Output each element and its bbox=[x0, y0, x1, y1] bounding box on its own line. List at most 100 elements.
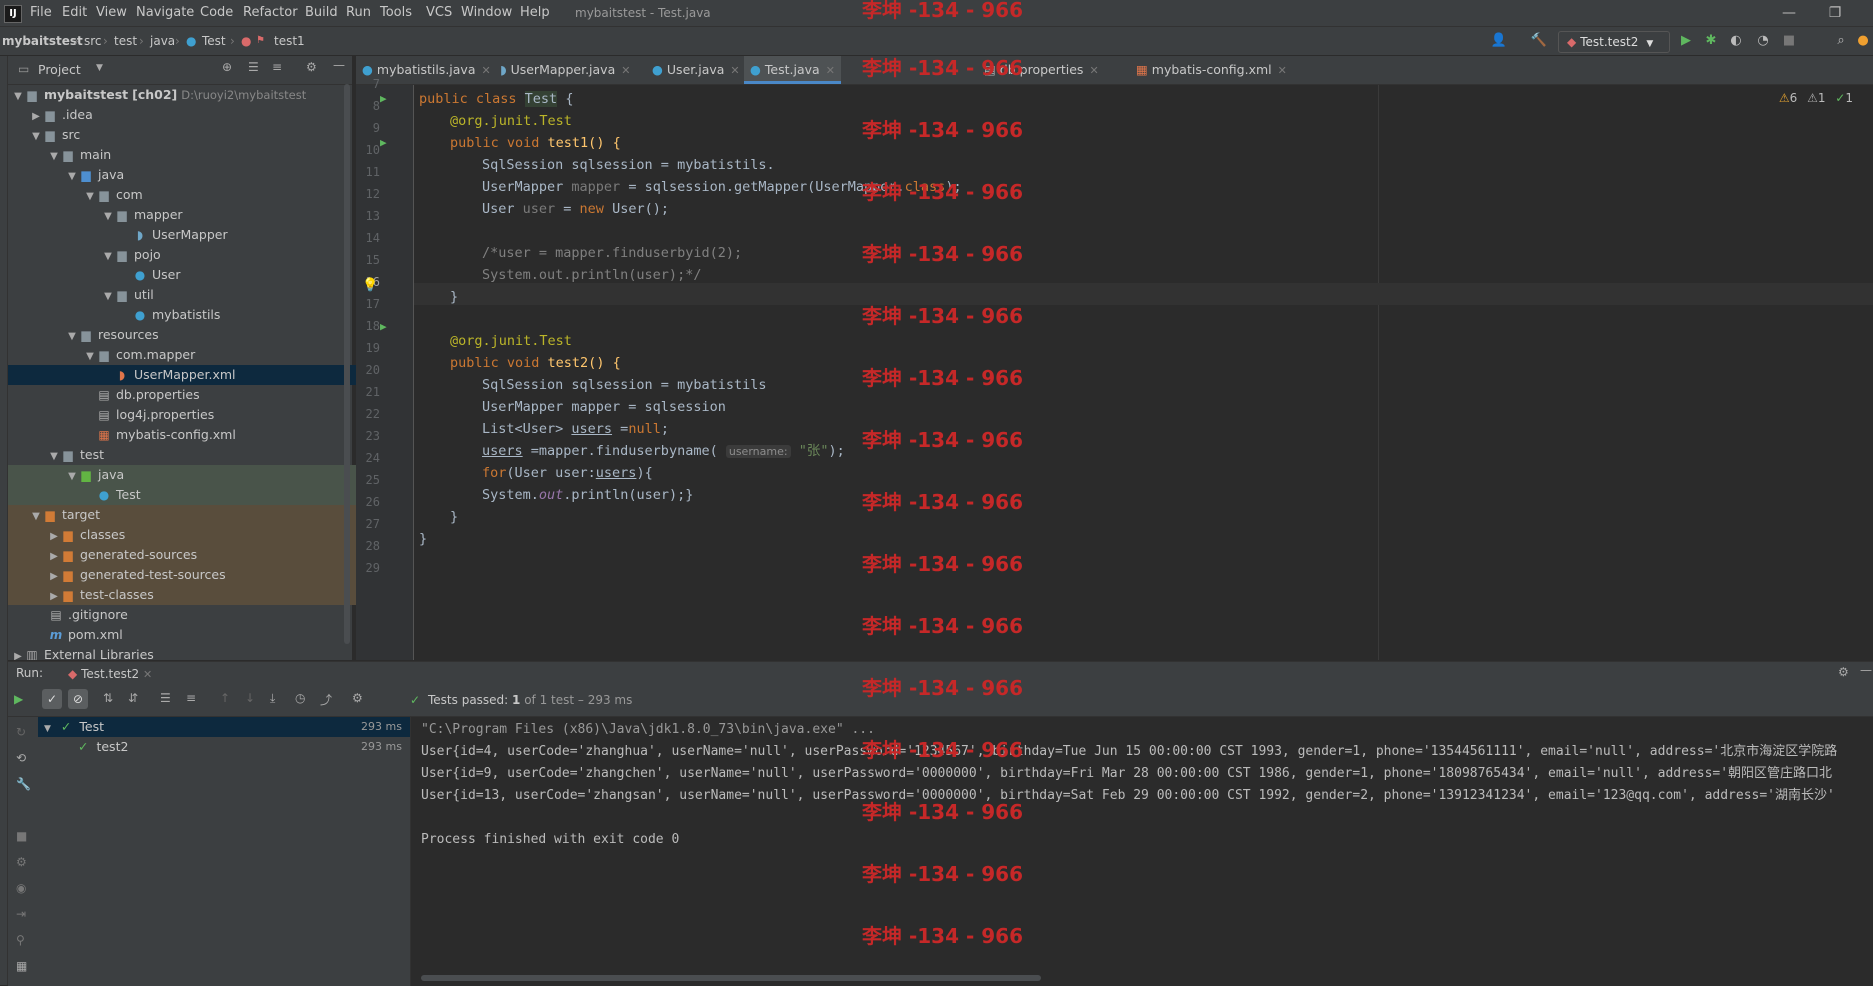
code-editor[interactable]: ⚠6 ⚠1 ✓1 7 8 9 10 11 12 13 14 15 16 17 1… bbox=[356, 77, 1873, 660]
tree-item-external-libraries[interactable]: ▶ ▥ External Libraries bbox=[8, 645, 356, 660]
maximize-button[interactable]: ❐ bbox=[1812, 0, 1858, 26]
toggle-auto-test-icon[interactable]: ⟲ bbox=[16, 751, 26, 765]
console-output[interactable]: "C:\Program Files (x86)\Java\jdk1.8.0_73… bbox=[411, 717, 1873, 986]
update-icon[interactable]: ● bbox=[1854, 32, 1872, 50]
close-icon[interactable]: ✕ bbox=[621, 64, 630, 77]
tree-item-target[interactable]: ▼ ▆ target bbox=[8, 505, 374, 525]
run-tab[interactable]: ◆ Test.test2 ✕ bbox=[62, 662, 159, 688]
project-scrollbar[interactable] bbox=[344, 84, 350, 644]
gear-icon[interactable]: ⚙ bbox=[306, 60, 317, 74]
tab-usermapper[interactable]: ◗ UserMapper.java ✕ bbox=[500, 56, 630, 84]
menu-run[interactable]: Run bbox=[346, 0, 371, 26]
project-panel-title[interactable]: Project bbox=[38, 62, 81, 77]
console-scrollbar[interactable] bbox=[421, 975, 1041, 981]
tab-mybatistils[interactable]: ● mybatistils.java ✕ bbox=[362, 56, 491, 84]
pin-icon[interactable]: ⚲ bbox=[16, 933, 25, 947]
menu-view[interactable]: View bbox=[96, 0, 127, 26]
locate-icon[interactable]: ⊕ bbox=[222, 60, 232, 74]
collapse-all-icon[interactable]: ≡ bbox=[272, 60, 282, 74]
wrench-icon[interactable]: 🔧 bbox=[16, 777, 31, 791]
camera-icon[interactable]: ◉ bbox=[16, 881, 26, 895]
tree-item-idea[interactable]: ▶ ▆ .idea bbox=[8, 105, 374, 125]
tree-item-generated-test-sources[interactable]: ▶ ▆ generated-test-sources bbox=[8, 565, 392, 585]
hide-icon[interactable]: — bbox=[333, 58, 345, 72]
tab-db-properties[interactable]: ▤ db.properties ✕ bbox=[984, 56, 1099, 84]
build-icon[interactable]: 🔨 bbox=[1530, 32, 1548, 50]
sort-alpha-icon[interactable]: ⇅ bbox=[103, 691, 113, 705]
menu-window[interactable]: Window bbox=[461, 0, 512, 26]
rerun-failed-icon[interactable]: ↻ bbox=[16, 725, 26, 739]
debug-icon[interactable]: ✱ bbox=[1702, 32, 1720, 50]
gear-icon[interactable]: ⚙ bbox=[352, 691, 363, 705]
inspection-widget[interactable]: ⚠6 ⚠1 ✓1 bbox=[1779, 91, 1853, 105]
tree-item-src[interactable]: ▼ ▆ src bbox=[8, 125, 374, 145]
show-passed-icon[interactable]: ✓ bbox=[42, 689, 62, 709]
tree-item-gitignore[interactable]: ▤ .gitignore bbox=[8, 605, 392, 625]
tree-item-project-root[interactable]: ▼ ▆ mybaitstest [ch02] D:\ruoyi2\mybaitste… bbox=[8, 85, 356, 105]
tree-item-main[interactable]: ▼ ▆ main bbox=[8, 145, 392, 165]
close-icon[interactable]: ✕ bbox=[730, 64, 739, 77]
breadcrumb-src[interactable]: src bbox=[84, 27, 102, 55]
breadcrumb-method[interactable]: test1 bbox=[274, 27, 305, 55]
expand-all-icon[interactable]: ☰ bbox=[160, 691, 171, 705]
hide-icon[interactable]: — bbox=[1860, 663, 1872, 677]
close-icon[interactable]: ✕ bbox=[1278, 64, 1287, 77]
rerun-icon[interactable]: ▶ bbox=[14, 692, 23, 706]
run-config-selector[interactable]: ◆ Test.test2 ▼ bbox=[1558, 31, 1670, 53]
tree-item-generated-sources[interactable]: ▶ ▆ generated-sources bbox=[8, 545, 392, 565]
exit-icon[interactable]: ⇥ bbox=[16, 907, 26, 921]
tree-item-pom[interactable]: m pom.xml bbox=[8, 625, 392, 645]
run-gutter-icon[interactable]: ▶ bbox=[380, 320, 387, 333]
menu-refactor[interactable]: Refactor bbox=[243, 0, 298, 26]
sort-duration-icon[interactable]: ⇵ bbox=[128, 691, 138, 705]
close-icon[interactable]: ✕ bbox=[1089, 64, 1098, 77]
close-icon[interactable]: ✕ bbox=[481, 64, 490, 77]
export-icon[interactable]: ⤴ bbox=[320, 691, 332, 708]
tab-mybatis-config[interactable]: ▦ mybatis-config.xml ✕ bbox=[1136, 56, 1287, 84]
breadcrumb-test[interactable]: test bbox=[114, 27, 137, 55]
expand-all-icon[interactable]: ☰ bbox=[248, 60, 259, 74]
stop-icon[interactable]: ■ bbox=[16, 829, 27, 843]
user-icon[interactable]: 👤 bbox=[1490, 32, 1508, 50]
close-icon[interactable]: ✕ bbox=[826, 64, 835, 77]
test-result-row[interactable]: ▼ ✓ Test 293 ms bbox=[38, 717, 410, 737]
test-result-row[interactable]: ✓ test2 293 ms bbox=[38, 737, 410, 757]
layout-icon[interactable]: ▦ bbox=[16, 959, 27, 973]
tree-item-test-classes[interactable]: ▶ ▆ test-classes bbox=[8, 585, 392, 605]
menu-tools[interactable]: Tools bbox=[380, 0, 412, 26]
stop-icon[interactable]: ■ bbox=[1780, 32, 1798, 50]
run-gutter-icon[interactable]: ▶ bbox=[380, 136, 387, 149]
tree-item-test[interactable]: ▼ ▆ test bbox=[8, 445, 392, 465]
breadcrumb-class[interactable]: Test bbox=[202, 27, 226, 55]
menu-build[interactable]: Build bbox=[305, 0, 338, 26]
coverage-icon[interactable]: ◐ bbox=[1727, 32, 1745, 50]
history-icon[interactable]: ◷ bbox=[295, 691, 305, 705]
tab-user[interactable]: ● User.java ✕ bbox=[652, 56, 740, 84]
import-icon[interactable]: ⤓ bbox=[270, 691, 275, 706]
menu-navigate[interactable]: Navigate bbox=[136, 0, 194, 26]
menu-edit[interactable]: Edit bbox=[62, 0, 87, 26]
chevron-down-icon: ▼ bbox=[1646, 39, 1654, 49]
minimize-button[interactable]: — bbox=[1766, 0, 1812, 26]
dump-threads-icon[interactable]: ⚙ bbox=[16, 855, 27, 869]
breadcrumb-java[interactable]: java bbox=[150, 27, 175, 55]
menu-file[interactable]: File bbox=[30, 0, 52, 26]
search-icon[interactable]: ⌕ bbox=[1832, 32, 1850, 50]
profile-icon[interactable]: ◔ bbox=[1754, 32, 1772, 50]
tab-test[interactable]: ● Test.java ✕ bbox=[744, 56, 841, 84]
breadcrumb-project[interactable]: mybaitstest bbox=[2, 27, 83, 55]
run-icon[interactable]: ▶ bbox=[1677, 32, 1695, 50]
lightbulb-icon[interactable]: 💡 bbox=[362, 278, 378, 293]
next-icon[interactable]: ↓ bbox=[245, 691, 255, 705]
close-icon[interactable]: ✕ bbox=[143, 668, 152, 681]
previous-icon[interactable]: ↑ bbox=[220, 691, 230, 705]
chevron-down-icon[interactable]: ▼ bbox=[96, 63, 103, 73]
run-gutter-icon[interactable]: ▶ bbox=[380, 92, 387, 105]
menu-vcs[interactable]: VCS bbox=[426, 0, 452, 26]
menu-code[interactable]: Code bbox=[200, 0, 233, 26]
menu-help[interactable]: Help bbox=[520, 0, 550, 26]
collapse-all-icon[interactable]: ≡ bbox=[186, 691, 196, 705]
show-ignored-icon[interactable]: ⊘ bbox=[68, 689, 88, 709]
tree-item-classes[interactable]: ▶ ▆ classes bbox=[8, 525, 392, 545]
gear-icon[interactable]: ⚙ bbox=[1838, 665, 1849, 679]
